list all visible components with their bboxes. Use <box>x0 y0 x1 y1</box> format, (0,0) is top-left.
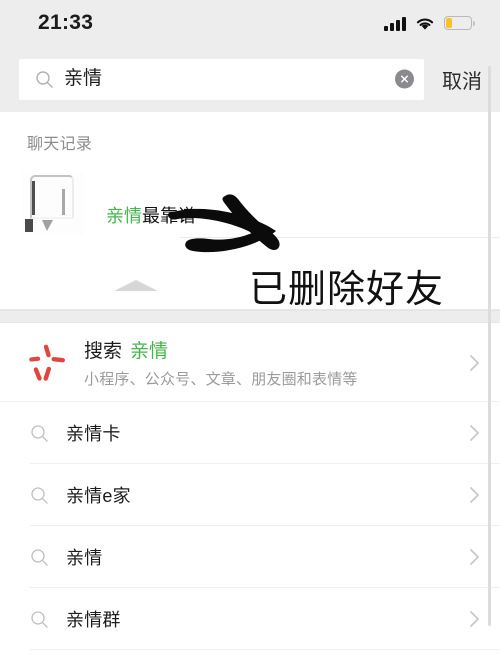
status-indicators <box>384 16 476 31</box>
suggestion-label: 亲情群 <box>66 610 121 630</box>
suggestion-row[interactable]: 亲情 <box>0 526 500 588</box>
suggestion-label: 亲情 <box>66 548 103 568</box>
suggestion-list: 亲情卡亲情e家亲情亲情群 <box>0 402 500 650</box>
section-title-chat-records: 聊天记录 <box>27 136 93 153</box>
suggestion-row[interactable]: 亲情群 <box>0 588 500 650</box>
suggestion-label: 亲情卡 <box>66 424 121 444</box>
search-bar: 亲情 取消 <box>0 46 500 112</box>
chat-avatar <box>22 173 84 235</box>
search-more-title-keyword: 亲情 <box>130 341 169 362</box>
chevron-right-icon <box>470 487 479 503</box>
cancel-button[interactable]: 取消 <box>438 65 486 94</box>
battery-low-icon <box>444 16 476 30</box>
vertical-scrollbar[interactable] <box>488 66 491 626</box>
cellular-signal-icon <box>384 16 406 31</box>
chevron-right-icon <box>470 425 479 441</box>
search-input-value: 亲情 <box>64 68 103 89</box>
search-icon <box>31 610 48 628</box>
chevron-right-icon <box>470 549 479 565</box>
search-icon <box>31 486 48 504</box>
phone-screen: 21:33 亲情 取消 聊天记录 亲情最靠谱 搜索 亲情 小程序、公众号、文章、… <box>0 0 500 667</box>
search-input[interactable]: 亲情 <box>19 58 424 100</box>
chat-record-title: 亲情最靠谱 <box>106 202 196 228</box>
search-icon <box>36 70 53 88</box>
wifi-icon <box>416 18 434 30</box>
search-results-list[interactable]: 聊天记录 亲情最靠谱 搜索 亲情 小程序、公众号、文章、朋友圈和表情等 亲情卡 … <box>0 112 500 667</box>
wechat-search-logo <box>29 344 65 381</box>
suggestion-row-divider <box>30 649 500 650</box>
clear-circle-icon[interactable] <box>395 69 414 89</box>
search-more-title: 搜索 亲情 <box>84 336 469 363</box>
status-time: 21:33 <box>38 11 94 34</box>
suggestion-label: 亲情e家 <box>66 486 131 506</box>
chat-record-thumbnail-ghost <box>80 251 158 293</box>
suggestion-row[interactable]: 亲情e家 <box>0 464 500 526</box>
search-more-title-prefix: 搜索 <box>84 341 123 362</box>
status-bar: 21:33 <box>0 0 500 46</box>
chevron-right-icon <box>470 354 479 371</box>
annotation-note-text: 已删除好友 <box>249 267 445 311</box>
search-more-subtitle: 小程序、公众号、文章、朋友圈和表情等 <box>84 371 358 388</box>
suggestion-row[interactable]: 亲情卡 <box>0 402 500 464</box>
chat-record-title-highlight: 亲情 <box>106 206 142 226</box>
search-more-texts: 搜索 亲情 小程序、公众号、文章、朋友圈和表情等 <box>84 336 469 389</box>
chat-record-inner-divider <box>180 237 500 238</box>
chevron-right-icon <box>470 611 479 627</box>
search-icon <box>31 548 48 566</box>
search-more-row[interactable]: 搜索 亲情 小程序、公众号、文章、朋友圈和表情等 <box>0 323 500 402</box>
search-icon <box>31 424 48 442</box>
chat-record-title-rest: 最靠谱 <box>142 206 196 226</box>
